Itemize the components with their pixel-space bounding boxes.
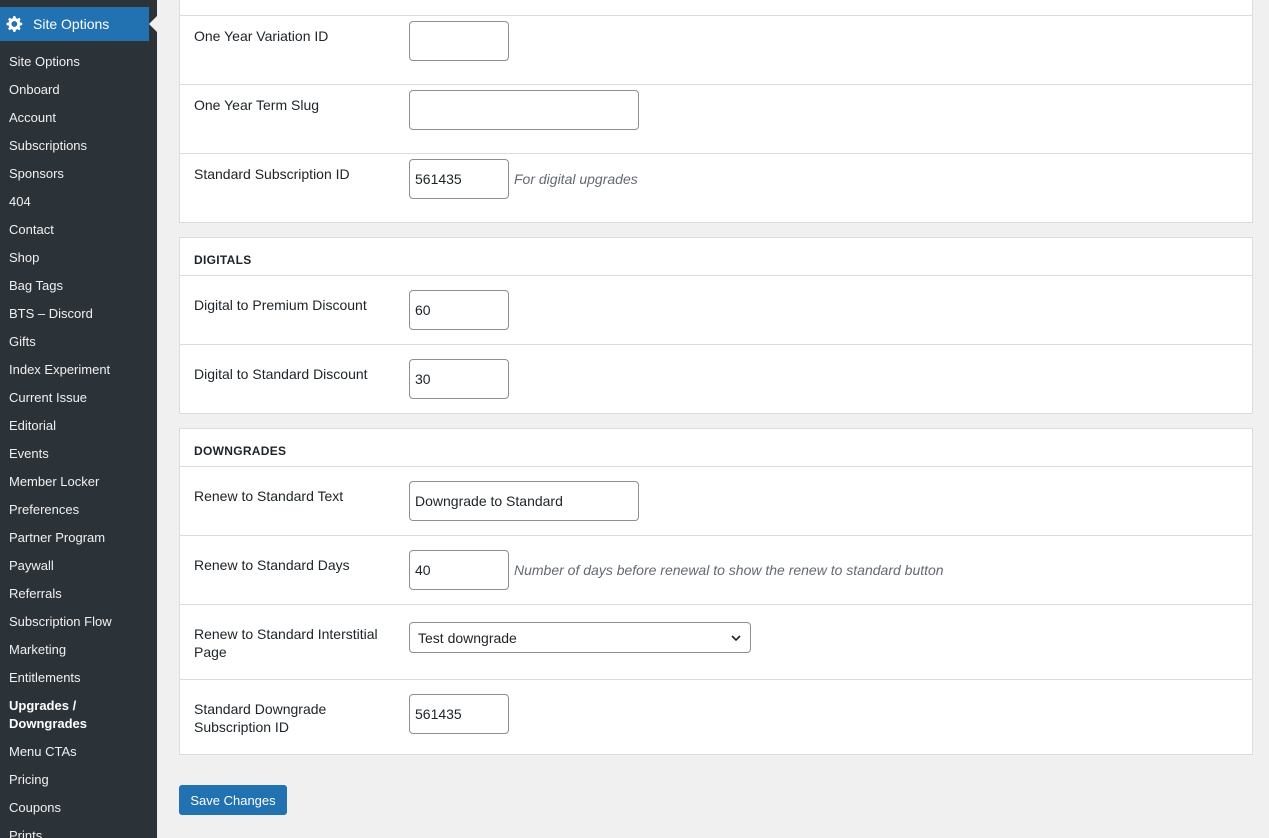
gear-icon: [6, 16, 23, 32]
sidebar-item-account[interactable]: Account: [0, 104, 157, 132]
digitals-section-title: DIGITALS: [194, 253, 252, 267]
sidebar-item-bts-discord[interactable]: BTS – Discord: [0, 300, 157, 328]
one-year-term-slug-input[interactable]: [409, 90, 639, 130]
sidebar-item-shop[interactable]: Shop: [0, 244, 157, 272]
label-renew-standard-text: Renew to Standard Text: [194, 488, 344, 504]
standard-subscription-id-hint: For digital upgrades: [514, 171, 638, 187]
sidebar-item-member-locker[interactable]: Member Locker: [0, 468, 157, 496]
sidebar-item-bag-tags[interactable]: Bag Tags: [0, 272, 157, 300]
sidebar-item-current-issue[interactable]: Current Issue: [0, 384, 157, 412]
sidebar-item-subscription-flow[interactable]: Subscription Flow: [0, 608, 157, 636]
renew-standard-days-input[interactable]: [409, 550, 509, 590]
label-renew-standard-days: Renew to Standard Days: [194, 557, 350, 573]
sidebar-header-site-options[interactable]: Site Options: [0, 7, 157, 41]
sidebar-item-marketing[interactable]: Marketing: [0, 636, 157, 664]
sidebar-item-subscriptions[interactable]: Subscriptions: [0, 132, 157, 160]
row-digital-premium-discount: Digital to Premium Discount: [180, 275, 1252, 344]
digitals-card: DIGITALS Digital to Premium Discount Dig…: [179, 237, 1253, 414]
sidebar-item-coupons[interactable]: Coupons: [0, 794, 157, 822]
sidebar-item-sponsors[interactable]: Sponsors: [0, 160, 157, 188]
label-one-year-variation-id: One Year Variation ID: [194, 28, 329, 44]
sidebar-item-menu-ctas[interactable]: Menu CTAs: [0, 738, 157, 766]
sidebar-header-label: Site Options: [33, 16, 110, 32]
sidebar-item-partner-program[interactable]: Partner Program: [0, 524, 157, 552]
label-standard-subscription-id: Standard Subscription ID: [194, 166, 350, 182]
sidebar-menu: Site Options Onboard Account Subscriptio…: [0, 48, 157, 838]
label-digital-standard-discount: Digital to Standard Discount: [194, 366, 368, 382]
sidebar-item-gifts[interactable]: Gifts: [0, 328, 157, 356]
save-changes-button[interactable]: Save Changes: [179, 785, 287, 815]
chevron-down-icon: [731, 635, 741, 642]
renew-standard-text-input[interactable]: [409, 481, 639, 521]
sidebar-item-events[interactable]: Events: [0, 440, 157, 468]
renew-standard-interstitial-select[interactable]: Test downgrade: [409, 622, 751, 653]
sidebar-item-prints[interactable]: Prints: [0, 822, 157, 838]
sidebar-item-editorial[interactable]: Editorial: [0, 412, 157, 440]
sidebar-item-paywall[interactable]: Paywall: [0, 552, 157, 580]
row-digital-standard-discount: Digital to Standard Discount: [180, 344, 1252, 413]
sidebar-item-referrals[interactable]: Referrals: [0, 580, 157, 608]
row-renew-standard-days: Renew to Standard Days Number of days be…: [180, 535, 1252, 604]
label-digital-premium-discount: Digital to Premium Discount: [194, 297, 367, 313]
upgrades-card: One Year Variation ID One Year Term Slug…: [179, 0, 1253, 223]
label-renew-standard-interstitial: Renew to Standard Interstitial Page: [194, 626, 378, 660]
standard-subscription-id-input[interactable]: [409, 159, 509, 199]
label-one-year-term-slug: One Year Term Slug: [194, 97, 320, 113]
downgrades-section-title: DOWNGRADES: [194, 444, 287, 458]
renew-standard-days-hint: Number of days before renewal to show th…: [514, 562, 944, 578]
one-year-variation-id-input[interactable]: [409, 21, 509, 61]
sidebar-item-site-options[interactable]: Site Options: [0, 48, 157, 76]
label-standard-downgrade-sub-id: Standard Downgrade Subscription ID: [194, 701, 327, 735]
sidebar-item-404[interactable]: 404: [0, 188, 157, 216]
sidebar-item-pricing[interactable]: Pricing: [0, 766, 157, 794]
sidebar-item-entitlements[interactable]: Entitlements: [0, 664, 157, 692]
row-one-year-term-slug: One Year Term Slug: [180, 84, 1252, 153]
digital-premium-discount-input[interactable]: [409, 290, 509, 330]
sidebar-item-contact[interactable]: Contact: [0, 216, 157, 244]
sidebar-item-upgrades-downgrades[interactable]: Upgrades / Downgrades: [0, 692, 157, 738]
row-standard-subscription-id: Standard Subscription ID For digital upg…: [180, 153, 1252, 222]
sidebar-item-preferences[interactable]: Preferences: [0, 496, 157, 524]
row-renew-standard-text: Renew to Standard Text: [180, 466, 1252, 535]
row-renew-standard-interstitial: Renew to Standard Interstitial Page Test…: [180, 604, 1252, 679]
row-one-year-variation-id: One Year Variation ID: [180, 15, 1252, 84]
admin-sidebar: Site Options Site Options Onboard Accoun…: [0, 0, 157, 838]
digital-standard-discount-input[interactable]: [409, 359, 509, 399]
row-standard-downgrade-sub-id: Standard Downgrade Subscription ID: [180, 679, 1252, 754]
interstitial-selected-value: Test downgrade: [418, 629, 517, 646]
standard-downgrade-sub-id-input[interactable]: [409, 694, 509, 734]
sidebar-item-onboard[interactable]: Onboard: [0, 76, 157, 104]
downgrades-card: DOWNGRADES Renew to Standard Text Renew …: [179, 428, 1253, 755]
sidebar-item-index-experiment[interactable]: Index Experiment: [0, 356, 157, 384]
